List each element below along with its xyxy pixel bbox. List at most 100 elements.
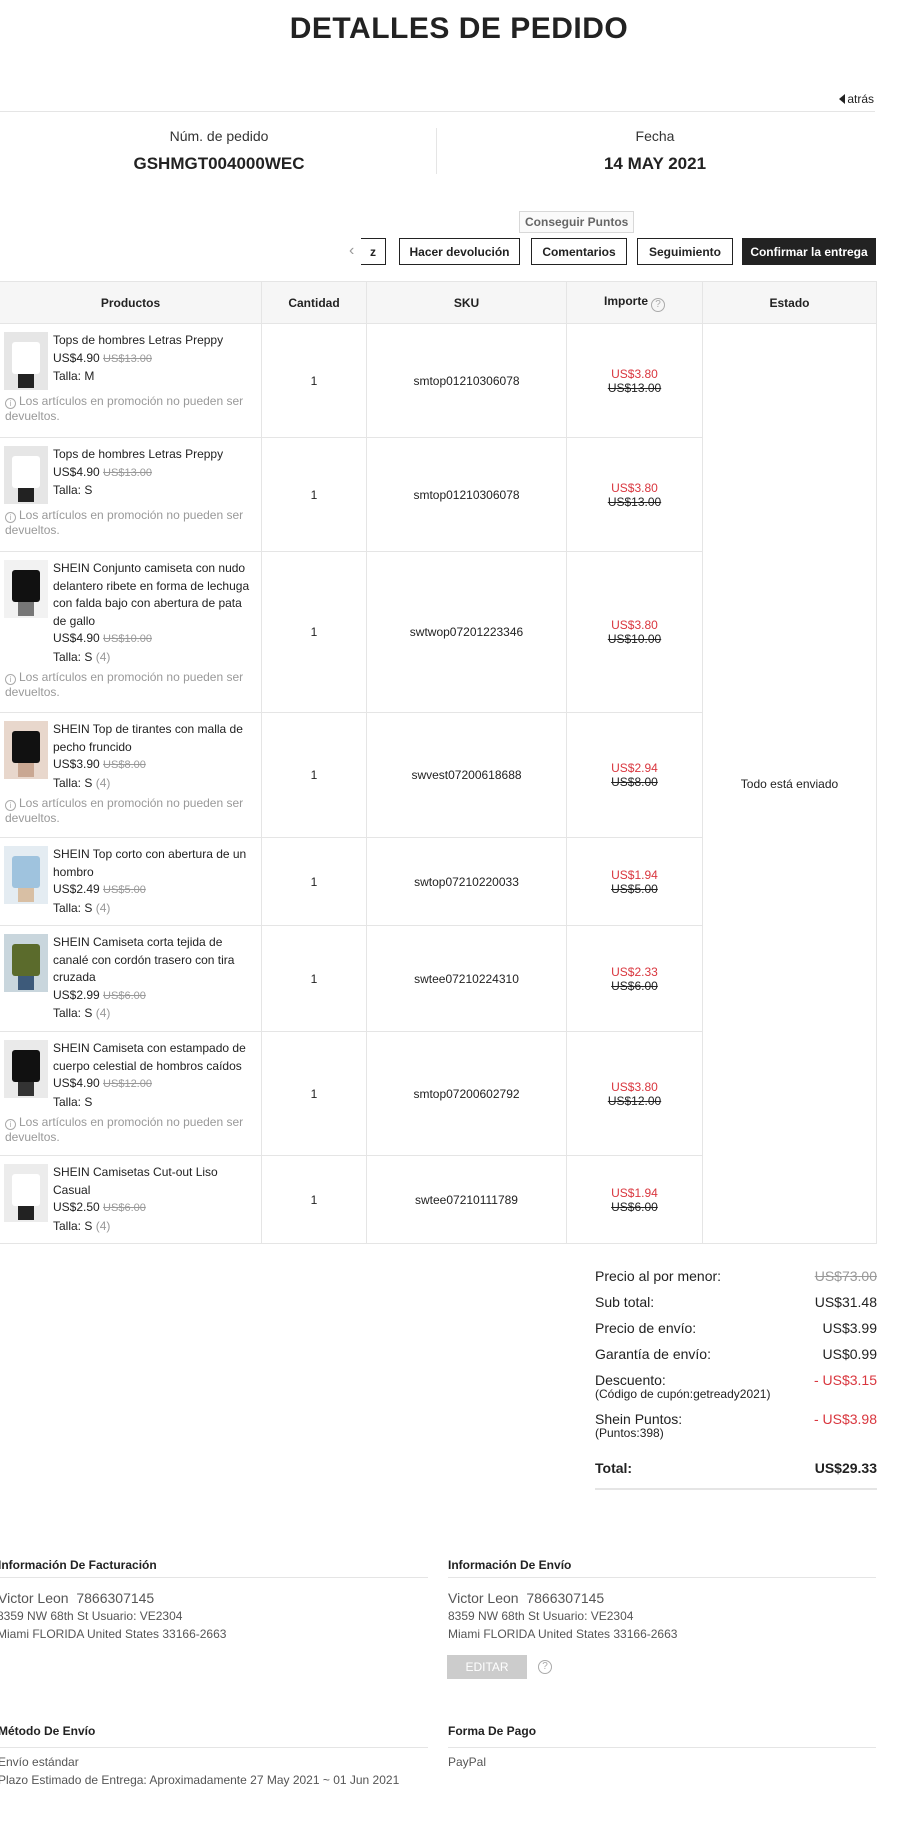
billing-contact: Victor Leon 7866307145 <box>0 1590 155 1606</box>
help-icon[interactable]: ? <box>538 1660 552 1674</box>
header-qty: Cantidad <box>261 281 367 324</box>
qty-cell: 1 <box>261 1155 367 1244</box>
order-date: 14 MAY 2021 <box>603 154 707 173</box>
qty-cell: 1 <box>261 323 367 438</box>
product-price: US$2.50 US$6.00 <box>53 1200 146 1214</box>
qty-cell: 1 <box>261 437 367 552</box>
product-name[interactable]: SHEIN Camisetas Cut-out Liso Casual <box>53 1164 257 1199</box>
product-thumbnail[interactable] <box>4 1164 48 1222</box>
divider <box>0 1577 428 1578</box>
order-summary: Precio al por menor: US$73.00 Sub total: U… <box>595 1268 877 1490</box>
product-thumbnail[interactable] <box>4 1040 48 1098</box>
product-price: US$3.90 US$8.00 <box>53 757 146 771</box>
amount-cell: US$3.80 US$13.00 <box>566 323 703 438</box>
product-name[interactable]: SHEIN Camiseta con estampado de cuerpo c… <box>53 1040 257 1075</box>
product-cell: SHEIN Top corto con abertura de un hombr… <box>0 837 262 926</box>
subtotal-value: US$31.48 <box>814 1294 877 1310</box>
order-number-block: Núm. de pedido GSHMGT004000WEC <box>4 128 434 174</box>
confirm-delivery-button[interactable]: Confirmar la entrega <box>742 238 876 265</box>
partial-hidden-button[interactable]: z <box>361 238 386 265</box>
info-icon: i <box>5 398 16 409</box>
header-status: Estado <box>702 281 877 324</box>
sku-cell: swtwop07201223346 <box>366 551 567 713</box>
discount-code: (Código de cupón:getready2021) <box>595 1387 771 1401</box>
promo-note: i Los artículos en promoción no pueden se… <box>5 508 244 537</box>
product-size: Talla: S <box>53 1094 93 1109</box>
product-name[interactable]: Tops de hombres Letras Preppy <box>53 332 223 350</box>
guarantee-label: Garantía de envío: <box>595 1346 711 1362</box>
subtotal-label: Sub total: <box>595 1294 655 1310</box>
product-name[interactable]: Tops de hombres Letras Preppy <box>53 446 223 464</box>
product-thumbnail[interactable] <box>4 446 48 504</box>
return-button[interactable]: Hacer devolución <box>399 238 520 265</box>
amount-cell: US$1.94 US$5.00 <box>566 837 703 926</box>
amount-cell: US$3.80 US$13.00 <box>566 437 703 552</box>
shipping-info-title: Información De Envío <box>448 1558 572 1572</box>
product-thumbnail[interactable] <box>4 560 48 618</box>
product-size: Talla: S <box>53 483 93 497</box>
info-icon: i <box>5 1119 16 1130</box>
product-name[interactable]: SHEIN Camiseta corta tejida de canalé co… <box>53 934 257 987</box>
total-value: US$29.33 <box>814 1460 877 1476</box>
header-products: Productos <box>0 281 262 324</box>
product-thumbnail[interactable] <box>4 934 48 992</box>
divider <box>448 1577 876 1578</box>
product-name[interactable]: SHEIN Top corto con abertura de un hombr… <box>53 846 257 881</box>
table-header-row: Productos Cantidad SKU Importe? Estado <box>0 281 877 324</box>
sku-cell: swtop07210220033 <box>366 837 567 926</box>
divider <box>0 111 875 112</box>
shipping-line2: Miami FLORIDA United States 33166-2663 <box>448 1627 678 1641</box>
order-date-label: Fecha <box>635 128 675 144</box>
product-name[interactable]: SHEIN Top de tirantes con malla de pecho… <box>53 721 257 756</box>
points-label: Shein Puntos: <box>595 1411 683 1427</box>
promo-note: i Los artículos en promoción no pueden se… <box>5 394 244 423</box>
product-name[interactable]: SHEIN Conjunto camiseta con nudo delante… <box>53 560 257 630</box>
product-size: Talla: M <box>53 369 95 383</box>
shipping-contact: Victor Leon 7866307145 <box>448 1590 605 1606</box>
amount-cell: US$1.94 US$6.00 <box>566 1155 703 1244</box>
reviews-button[interactable]: Comentarios <box>531 238 627 265</box>
points-tooltip: Conseguir Puntos <box>519 211 635 233</box>
qty-cell: 1 <box>261 837 367 926</box>
chevron-left-icon[interactable]: ‹ <box>349 242 354 260</box>
shipping-line1: 8359 NW 68th St Usuario: VE2304 <box>448 1609 634 1623</box>
product-price: US$4.90 US$13.00 <box>53 350 152 365</box>
track-button[interactable]: Seguimiento <box>637 238 733 265</box>
promo-note: i Los artículos en promoción no pueden se… <box>5 1115 244 1144</box>
table-row: Tops de hombres Letras Preppy US$4.90 US$… <box>0 323 877 1244</box>
shipping-value: US$3.99 <box>822 1320 877 1336</box>
payment-title: Forma De Pago <box>448 1724 537 1738</box>
product-thumbnail[interactable] <box>4 846 48 904</box>
promo-note: i Los artículos en promoción no pueden se… <box>5 670 244 699</box>
sku-cell: swtee07210224310 <box>366 925 567 1032</box>
shipping-method-title: Método De Envío <box>0 1724 96 1738</box>
product-cell: SHEIN Camisetas Cut-out Liso Casual US$2.… <box>0 1155 262 1244</box>
billing-title: Información De Facturación <box>0 1558 157 1572</box>
product-cell: Tops de hombres Letras Preppy US$4.90 US$… <box>0 437 262 552</box>
promo-note: i Los artículos en promoción no pueden se… <box>5 796 244 825</box>
sku-cell: smtop07200602792 <box>366 1031 567 1156</box>
order-number: GSHMGT004000WEC <box>133 154 305 173</box>
header-sku: SKU <box>366 281 567 324</box>
shipping-label: Precio de envío: <box>595 1320 697 1336</box>
info-icon: i <box>5 800 16 811</box>
product-price: US$4.90 US$13.00 <box>53 464 152 479</box>
caret-left-icon <box>839 94 846 104</box>
info-icon: i <box>5 674 16 685</box>
amount-cell: US$2.94 US$8.00 <box>566 712 703 838</box>
guarantee-value: US$0.99 <box>822 1346 877 1362</box>
sku-cell: smtop01210306078 <box>366 437 567 552</box>
help-icon[interactable]: ? <box>651 297 665 312</box>
back-link[interactable]: atrás <box>839 92 874 106</box>
billing-line2: Miami FLORIDA United States 33166-2663 <box>0 1627 227 1641</box>
status-cell: Todo está enviado <box>702 323 877 1244</box>
amount-cell: US$2.33 US$6.00 <box>566 925 703 1032</box>
shipping-method-value: Envío estándar <box>0 1755 79 1769</box>
product-cell: SHEIN Camiseta corta tejida de canalé co… <box>0 925 262 1032</box>
product-thumbnail[interactable] <box>4 332 48 390</box>
edit-address-button[interactable]: EDITAR <box>447 1655 527 1679</box>
product-cell: Tops de hombres Letras Preppy US$4.90 US$… <box>0 323 262 438</box>
product-size: Talla: S (4) <box>53 1006 111 1020</box>
page-title: DETALLES DE PEDIDO <box>289 12 629 45</box>
product-thumbnail[interactable] <box>4 721 48 779</box>
